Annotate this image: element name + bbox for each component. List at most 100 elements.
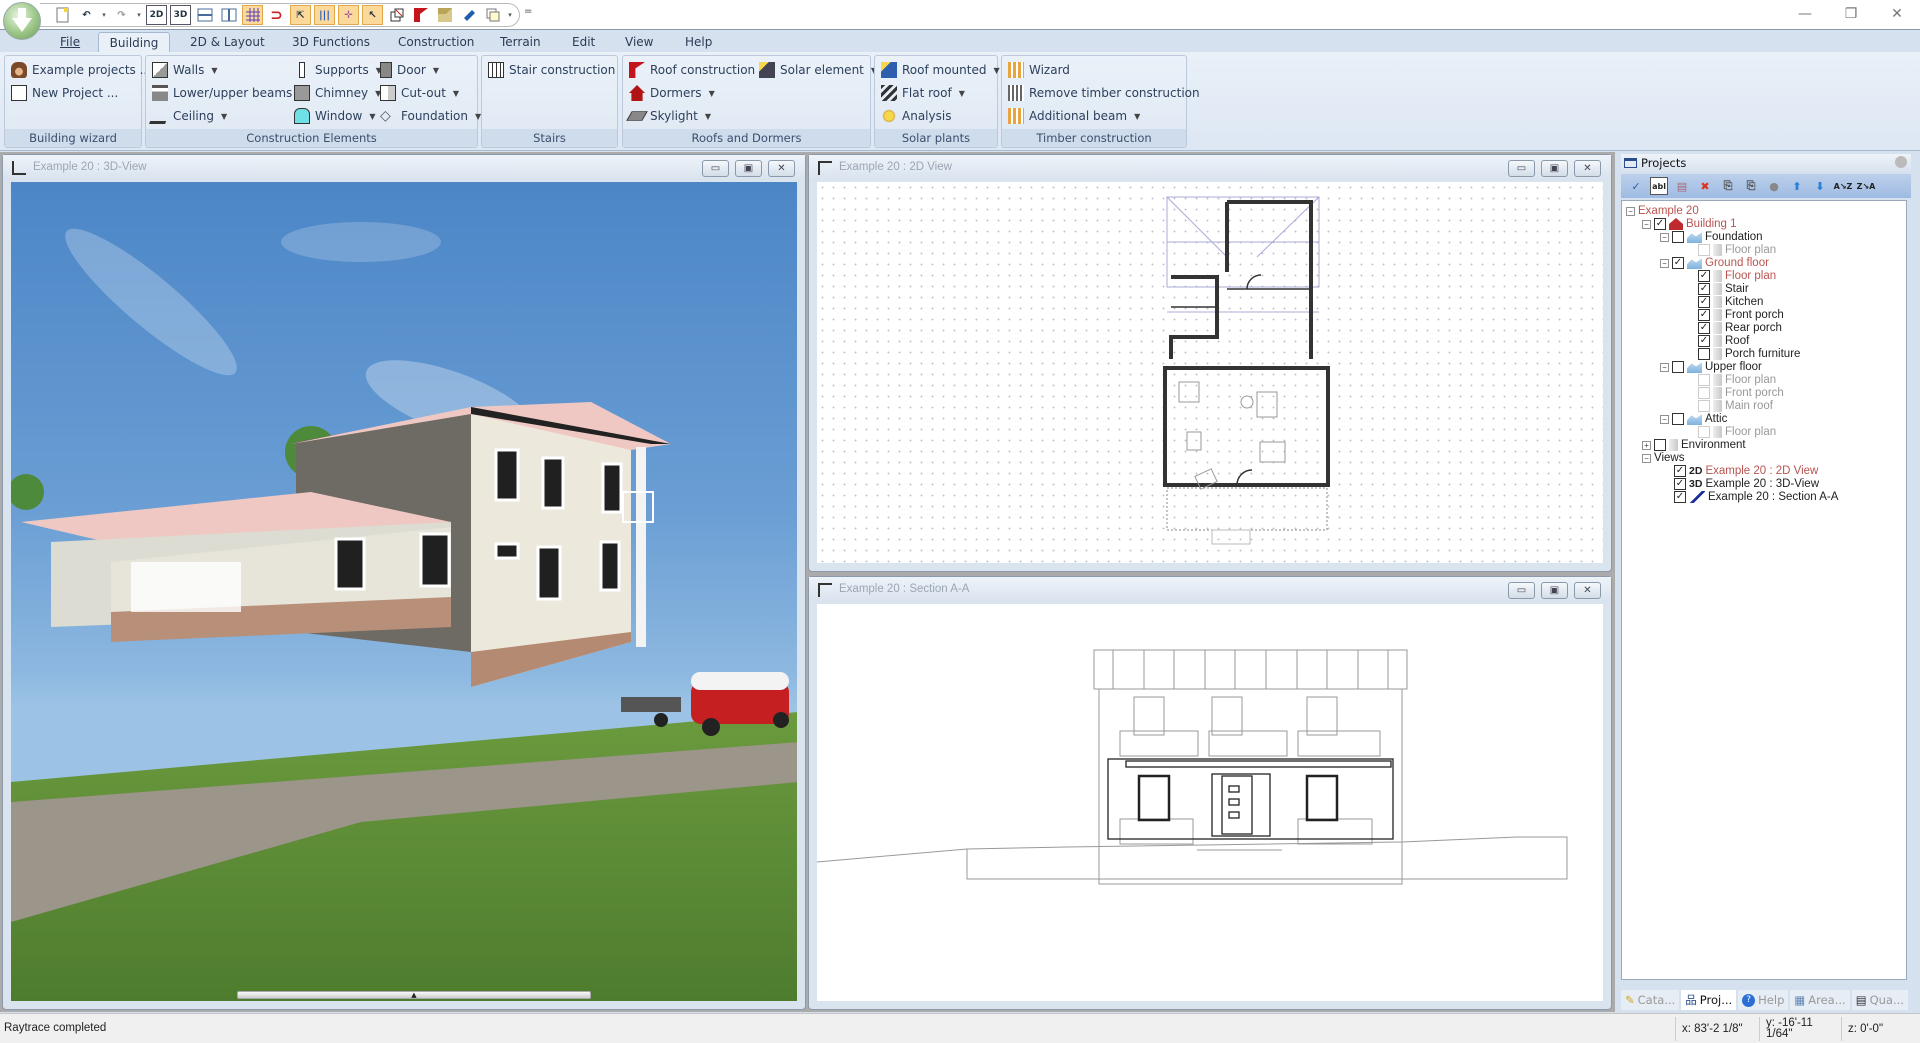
- tab-view[interactable]: View: [615, 32, 663, 52]
- ceiling-button[interactable]: Ceiling ▼: [149, 106, 227, 126]
- tree-node-upper-floor-plan[interactable]: Floor plan: [1698, 373, 1776, 387]
- tab-terrain[interactable]: Terrain: [490, 32, 551, 52]
- checkbox[interactable]: ✓: [1654, 218, 1666, 230]
- copy-dropdown-icon[interactable]: ▾: [506, 5, 514, 25]
- copy-icon[interactable]: [482, 5, 503, 25]
- move-down-icon[interactable]: ⬇: [1811, 177, 1829, 195]
- wall-snap-icon[interactable]: |||: [314, 5, 335, 25]
- close-icon[interactable]: ✕: [768, 160, 795, 177]
- tab-file[interactable]: File: [50, 32, 90, 52]
- collapse-icon[interactable]: −: [1642, 219, 1651, 229]
- texture-icon[interactable]: [434, 5, 455, 25]
- new-file-icon[interactable]: [52, 5, 73, 25]
- undo-icon[interactable]: ↶: [76, 5, 97, 25]
- tree-node-upper-front-porch[interactable]: Front porch: [1698, 386, 1784, 400]
- collapse-icon[interactable]: −: [1642, 453, 1651, 463]
- tree-node-root[interactable]: − Example 20: [1626, 204, 1699, 218]
- tab-construction[interactable]: Construction: [388, 32, 484, 52]
- tree-node-ground-floor[interactable]: − ✓ Ground floor: [1660, 256, 1769, 270]
- tree-node-foundation[interactable]: − Foundation: [1660, 230, 1763, 244]
- pointer-icon[interactable]: ↖: [362, 5, 383, 25]
- collapse-icon[interactable]: −: [1660, 362, 1669, 372]
- properties-icon[interactable]: ▤: [1673, 177, 1691, 195]
- horizontal-scrollbar[interactable]: ▲: [237, 991, 591, 999]
- expand-icon[interactable]: +: [1642, 440, 1651, 450]
- collapse-icon[interactable]: −: [1660, 232, 1669, 242]
- tree-node-main-roof[interactable]: Main roof: [1698, 399, 1773, 413]
- window-button[interactable]: Window ▼: [294, 106, 375, 126]
- sort-az-icon[interactable]: A↘Z: [1834, 177, 1853, 195]
- tree-node-stair[interactable]: ✓ Stair: [1698, 282, 1749, 296]
- foundation-button[interactable]: ◇ Foundation ▼: [380, 106, 481, 126]
- door-button[interactable]: Door ▼: [380, 60, 439, 80]
- new-project-button[interactable]: New Project ...: [11, 83, 118, 103]
- collapse-icon[interactable]: −: [1660, 414, 1669, 424]
- checkbox[interactable]: [1672, 361, 1684, 373]
- roof-construction-button[interactable]: Roof construction▼: [629, 60, 768, 80]
- collapse-icon[interactable]: −: [1660, 258, 1669, 268]
- tab-quantity[interactable]: ▤ Qua...: [1851, 990, 1908, 1010]
- timber-wizard-button[interactable]: Wizard: [1008, 60, 1070, 80]
- tree-node-foundation-floor-plan[interactable]: Floor plan: [1698, 243, 1776, 257]
- minimize-icon[interactable]: ▭: [702, 160, 729, 177]
- maximize-icon[interactable]: ▣: [735, 160, 762, 177]
- close-icon[interactable]: ✕: [1874, 0, 1920, 28]
- vertical-split-icon[interactable]: [218, 5, 239, 25]
- skylight-button[interactable]: Skylight ▼: [626, 106, 711, 126]
- customize-qat-icon[interactable]: =: [524, 6, 532, 17]
- checkbox[interactable]: [1654, 439, 1666, 451]
- tab-help[interactable]: Help: [675, 32, 722, 52]
- close-icon[interactable]: ✕: [1574, 160, 1601, 177]
- minimize-icon[interactable]: ▭: [1508, 582, 1535, 599]
- cross-snap-icon[interactable]: ✛: [338, 5, 359, 25]
- stair-construction-button[interactable]: Stair construction▼: [488, 60, 629, 80]
- window-tile-icon[interactable]: [386, 5, 407, 25]
- checkbox[interactable]: [1698, 244, 1710, 256]
- tree-node-view-3d[interactable]: ✓ 3D Example 20 : 3D-View: [1674, 477, 1819, 491]
- checkbox[interactable]: [1698, 374, 1710, 386]
- restore-icon[interactable]: ❐: [1828, 0, 1874, 28]
- tab-edit[interactable]: Edit: [562, 32, 605, 52]
- tab-help[interactable]: ? Help: [1738, 990, 1789, 1010]
- cut-out-button[interactable]: Cut-out ▼: [380, 83, 459, 103]
- checkbox[interactable]: [1672, 231, 1684, 243]
- checkbox[interactable]: ✓: [1698, 309, 1710, 321]
- tree-node-view-section[interactable]: ✓ Example 20 : Section A-A: [1674, 490, 1838, 504]
- tab-3d-functions[interactable]: 3D Functions: [282, 32, 380, 52]
- checkbox[interactable]: ✓: [1672, 257, 1684, 269]
- sort-za-icon[interactable]: Z↘A: [1857, 177, 1876, 195]
- tree-node-views[interactable]: − Views: [1642, 451, 1684, 465]
- pin-icon[interactable]: [1895, 156, 1907, 168]
- 2d-view-icon[interactable]: 2D: [146, 5, 167, 25]
- roof-icon[interactable]: [410, 5, 431, 25]
- analysis-button[interactable]: Analysis: [881, 106, 951, 126]
- floor-plan-canvas[interactable]: [817, 182, 1603, 563]
- 3d-view-icon[interactable]: 3D: [170, 5, 191, 25]
- checkbox[interactable]: [1672, 413, 1684, 425]
- roof-mounted-button[interactable]: Roof mounted ▼: [881, 60, 1000, 80]
- checkbox[interactable]: ✓: [1698, 322, 1710, 334]
- tree-node-building[interactable]: − ✓ Building 1: [1642, 217, 1737, 231]
- checkbox[interactable]: ✓: [1674, 491, 1686, 503]
- checkbox[interactable]: [1698, 348, 1710, 360]
- additional-beam-button[interactable]: Additional beam ▼: [1008, 106, 1140, 126]
- check-icon[interactable]: ✓: [1627, 177, 1645, 195]
- tree-node-environment[interactable]: + Environment: [1642, 438, 1746, 452]
- select-snap-icon[interactable]: ⇱: [290, 5, 311, 25]
- close-icon[interactable]: ✕: [1574, 582, 1601, 599]
- supports-button[interactable]: Supports ▼: [294, 60, 382, 80]
- checkbox[interactable]: ✓: [1698, 296, 1710, 308]
- solar-element-button[interactable]: Solar element▼: [759, 60, 877, 80]
- checkbox[interactable]: ✓: [1698, 283, 1710, 295]
- tree-node-attic[interactable]: − Attic: [1660, 412, 1727, 426]
- redo-icon[interactable]: ↷: [111, 5, 132, 25]
- tree-node-front-porch[interactable]: ✓ Front porch: [1698, 308, 1784, 322]
- lower-upper-beams-button[interactable]: Lower/upper beams▼: [152, 83, 305, 103]
- example-projects-button[interactable]: Example projects ...: [11, 60, 151, 80]
- minimize-icon[interactable]: ▭: [1508, 160, 1535, 177]
- collapse-icon[interactable]: −: [1626, 206, 1635, 216]
- minimize-icon[interactable]: —: [1782, 0, 1828, 28]
- copy-icon[interactable]: ⎘: [1719, 177, 1737, 195]
- horizontal-split-icon[interactable]: [194, 5, 215, 25]
- tree-node-upper-floor[interactable]: − Upper floor: [1660, 360, 1762, 374]
